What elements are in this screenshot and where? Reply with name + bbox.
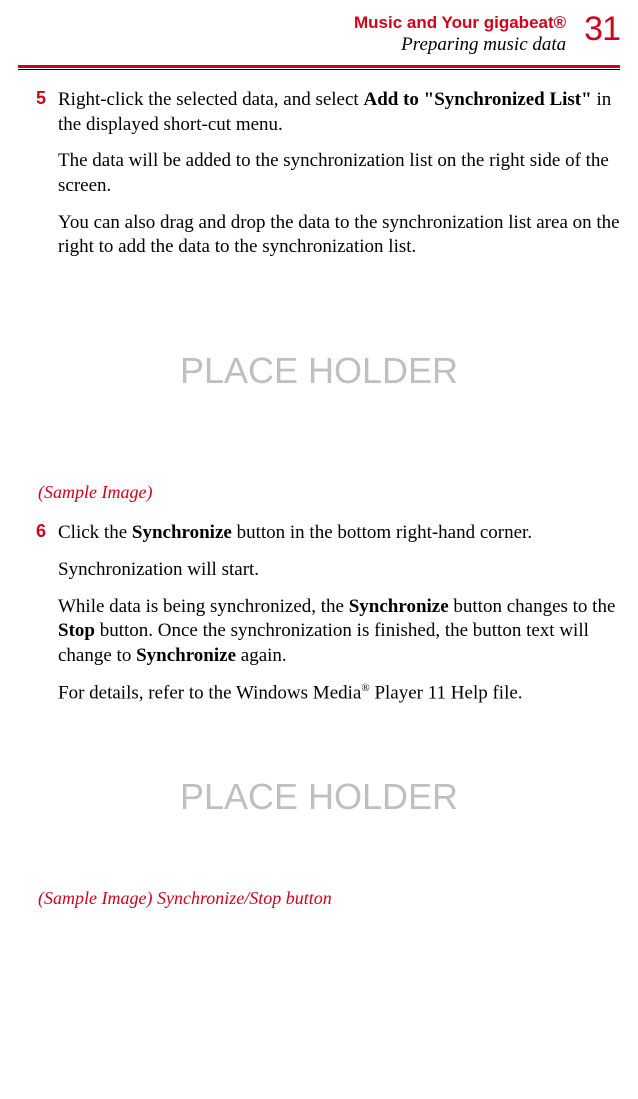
- page-content: 5 Right-click the selected data, and sel…: [0, 70, 638, 909]
- header-title: Music and Your gigabeat®: [354, 12, 566, 33]
- image-caption-2: (Sample Image) Synchronize/Stop button: [38, 888, 620, 909]
- text: Click the: [58, 522, 132, 543]
- bold-text: Stop: [58, 620, 95, 641]
- step-5-p3: You can also drag and drop the data to t…: [58, 211, 620, 260]
- header-rule-red: [18, 65, 620, 68]
- text: Right-click the selected data, and selec…: [58, 89, 363, 110]
- step-5-p2: The data will be added to the synchroniz…: [58, 149, 620, 198]
- step-6-p1: Click the Synchronize button in the bott…: [58, 521, 620, 546]
- step-6-p3: While data is being synchronized, the Sy…: [58, 595, 620, 669]
- bold-text: Synchronize: [132, 522, 232, 543]
- image-placeholder-2: PLACE HOLDER: [18, 776, 620, 818]
- header-subtitle: Preparing music data: [354, 33, 566, 57]
- page-number: 31: [584, 12, 620, 46]
- text: button in the bottom right-hand corner.: [232, 522, 532, 543]
- image-placeholder-1: PLACE HOLDER: [18, 350, 620, 392]
- text: Player 11 Help file.: [370, 682, 523, 703]
- image-caption-1: (Sample Image): [38, 482, 620, 503]
- text: button changes to the: [449, 596, 616, 617]
- page-header: Music and Your gigabeat® Preparing music…: [0, 0, 638, 57]
- text: For details, refer to the Windows Media: [58, 682, 361, 703]
- step-5: 5 Right-click the selected data, and sel…: [58, 88, 620, 260]
- text: While data is being synchronized, the: [58, 596, 349, 617]
- text: again.: [236, 645, 287, 666]
- step-6-p2: Synchronization will start.: [58, 558, 620, 583]
- step-6-p4: For details, refer to the Windows Media®…: [58, 681, 620, 706]
- step-number: 6: [36, 521, 46, 542]
- bold-text: Synchronize: [136, 645, 236, 666]
- header-text-block: Music and Your gigabeat® Preparing music…: [354, 12, 566, 57]
- step-number: 5: [36, 88, 46, 109]
- bold-text: Add to "Synchronized List": [363, 89, 591, 110]
- registered-mark: ®: [361, 682, 369, 694]
- step-5-p1: Right-click the selected data, and selec…: [58, 88, 620, 137]
- bold-text: Synchronize: [349, 596, 449, 617]
- step-6: 6 Click the Synchronize button in the bo…: [58, 521, 620, 705]
